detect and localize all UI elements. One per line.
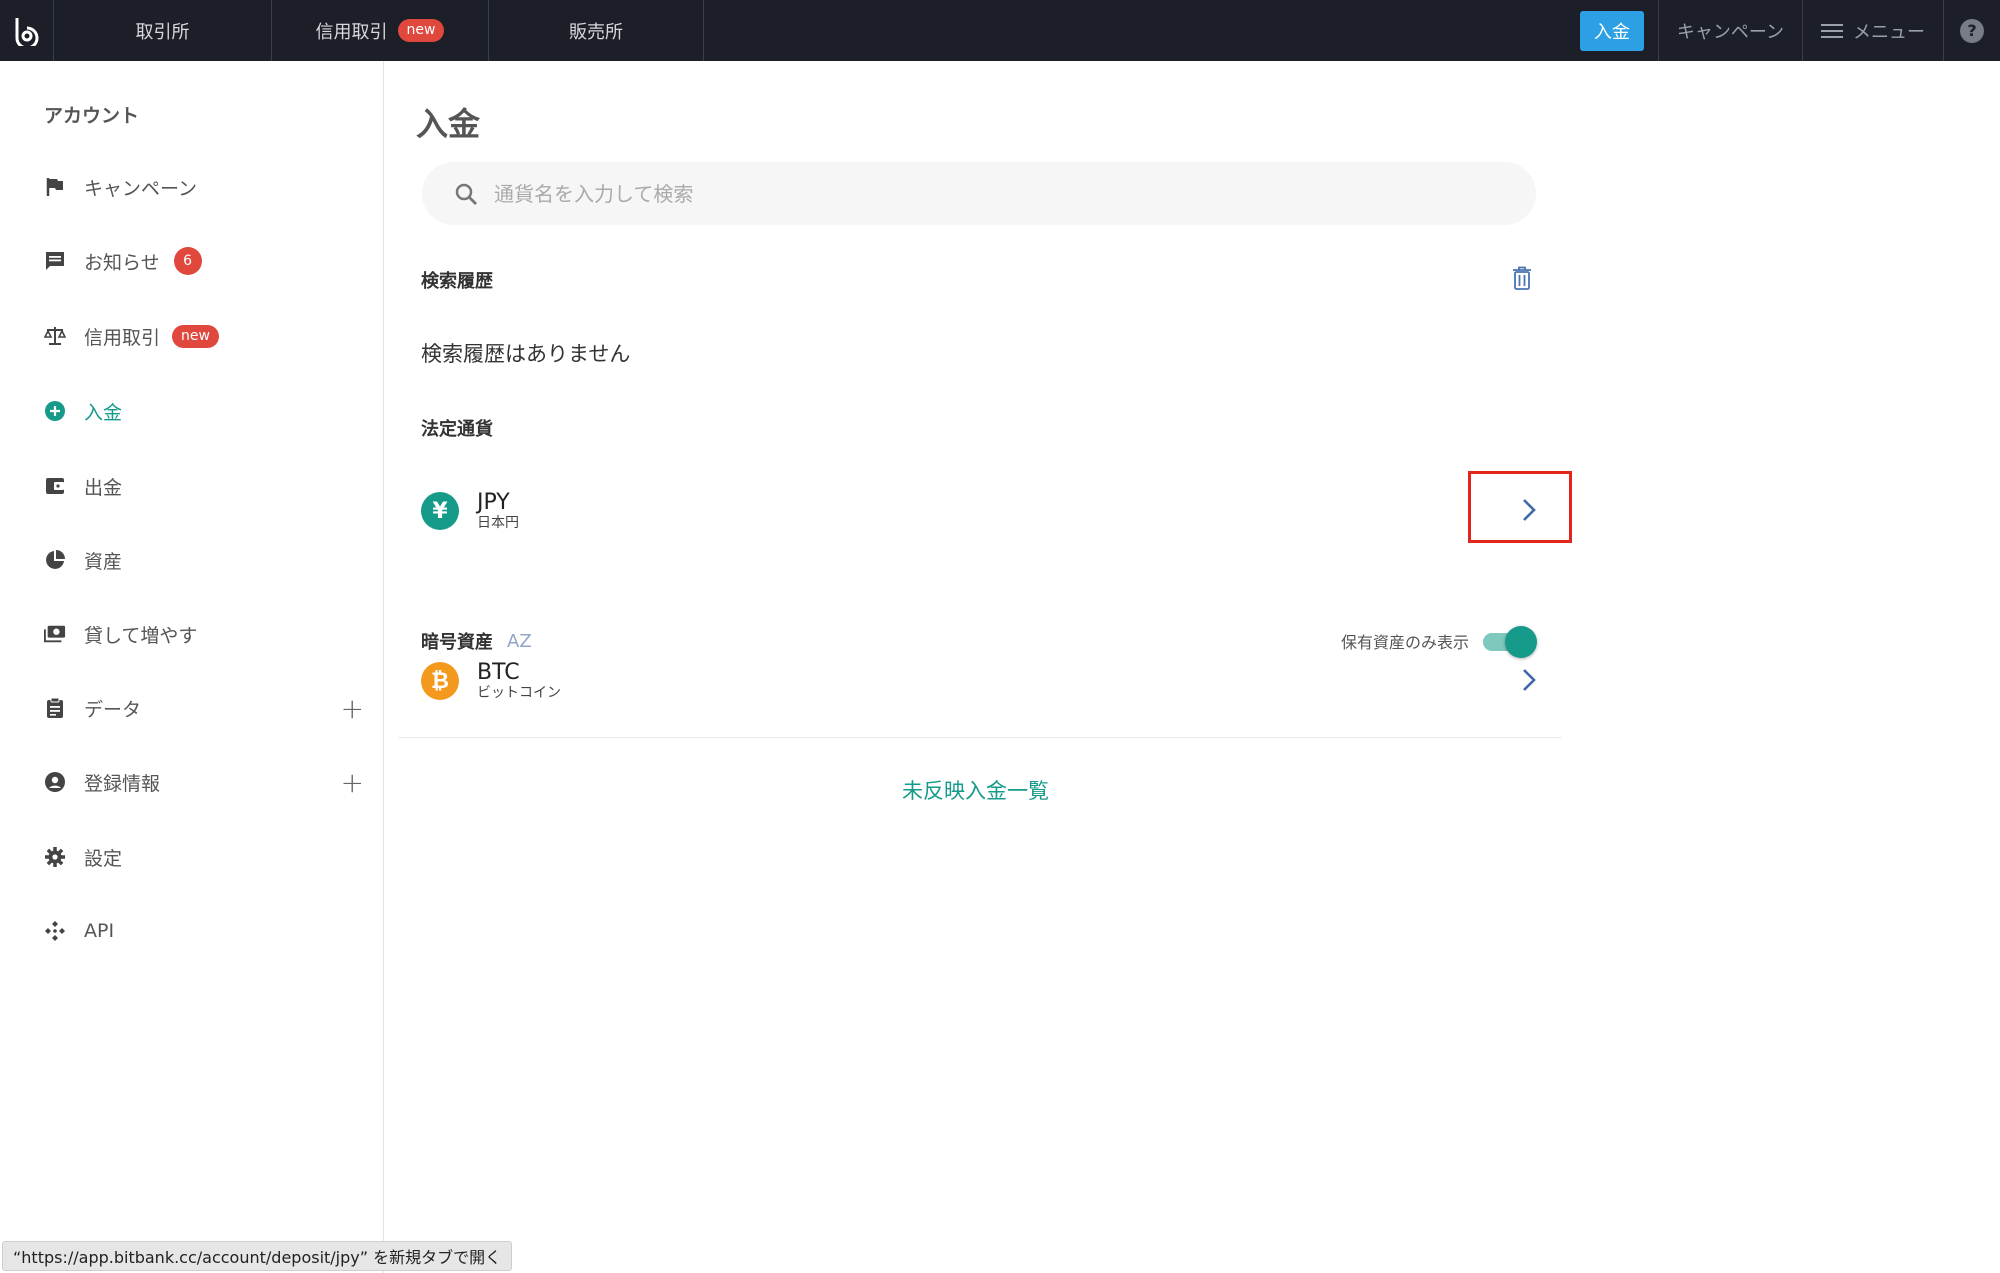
sidebar-item-settings[interactable]: 設定: [44, 837, 364, 877]
sidebar-item-registration[interactable]: 登録情報 +: [44, 762, 364, 802]
nav-exchange[interactable]: 取引所: [54, 0, 272, 61]
clipboard-icon: [44, 697, 66, 719]
sort-az-icon[interactable]: AZ: [507, 631, 532, 652]
clear-history-button[interactable]: [1512, 266, 1532, 294]
yen-icon: ¥: [421, 492, 459, 530]
sidebar-item-data[interactable]: データ +: [44, 688, 364, 728]
chevron-right-icon[interactable]: [1521, 667, 1537, 693]
search-history-label: 検索履歴: [421, 271, 493, 292]
scale-icon: [44, 325, 66, 347]
top-navbar: 取引所 信用取引 new 販売所 入金 キャンペーン メニュー ?: [0, 0, 2000, 61]
flag-icon: [44, 176, 66, 198]
currency-name: 日本円: [477, 515, 519, 531]
sidebar-item-notices[interactable]: お知らせ 6: [44, 241, 364, 281]
trash-icon: [1513, 266, 1531, 290]
logo-icon: [15, 17, 38, 46]
sidebar-item-lending[interactable]: 貸して増やす: [44, 614, 364, 654]
new-badge: new: [397, 19, 445, 42]
pending-deposits-link[interactable]: 未反映入金一覧: [902, 775, 1049, 805]
deposit-main: 入金 検索履歴 検索履歴はありません 法定通貨 ¥ JPY 日本円 暗号資産 A…: [384, 61, 2000, 1273]
hamburger-icon: [1821, 23, 1843, 38]
sidebar-item-assets[interactable]: 資産: [44, 540, 364, 580]
new-badge: new: [172, 324, 219, 348]
account-sidebar: アカウント キャンペーン お知らせ 6 信用取引 new 入金 出金 資産 貸し…: [0, 61, 384, 1273]
expand-plus-icon[interactable]: +: [341, 692, 364, 725]
nav-margin-trading[interactable]: 信用取引 new: [272, 0, 489, 61]
help-button[interactable]: ?: [1944, 0, 2000, 61]
header-menu-button[interactable]: メニュー: [1803, 0, 1944, 61]
header-campaign-link[interactable]: キャンペーン: [1659, 0, 1803, 61]
sidebar-item-api[interactable]: API: [44, 911, 364, 951]
crypto-row-btc[interactable]: ₿ BTC ビットコイン: [421, 651, 1537, 711]
api-icon: [44, 920, 66, 942]
holdings-only-label: 保有資産のみ表示: [1340, 633, 1469, 652]
sidebar-item-deposit[interactable]: 入金: [44, 391, 364, 431]
link-preview-status: “https://app.bitbank.cc/account/deposit/…: [2, 1241, 513, 1271]
fiat-currency-label: 法定通貨: [421, 419, 493, 440]
pie-chart-icon: [44, 549, 66, 571]
currency-code: JPY: [477, 490, 510, 515]
currency-code: BTC: [477, 660, 520, 685]
header-deposit-button[interactable]: 入金: [1579, 10, 1644, 51]
currency-search[interactable]: [422, 162, 1536, 225]
search-history-empty: 検索履歴はありません: [421, 342, 631, 366]
bitcoin-icon: ₿: [421, 662, 459, 700]
sidebar-item-campaign[interactable]: キャンペーン: [44, 167, 364, 207]
bitbank-logo[interactable]: [0, 0, 54, 61]
page-title: 入金: [416, 105, 481, 143]
search-input[interactable]: [494, 181, 1394, 206]
plus-circle-icon: [44, 400, 66, 422]
money-icon: [44, 623, 66, 645]
sidebar-item-margin-trading[interactable]: 信用取引 new: [44, 316, 364, 356]
message-icon: [44, 250, 66, 272]
divider: [398, 737, 1562, 738]
expand-plus-icon[interactable]: +: [341, 766, 364, 799]
wallet-icon: [44, 475, 66, 497]
currency-name: ビットコイン: [477, 685, 561, 701]
gear-icon: [44, 846, 66, 868]
fiat-row-jpy[interactable]: ¥ JPY 日本円: [421, 481, 1537, 541]
nav-sales-office[interactable]: 販売所: [489, 0, 704, 61]
sidebar-title: アカウント: [44, 105, 140, 127]
highlight-box: [1468, 471, 1572, 543]
notification-count-badge: 6: [173, 247, 202, 275]
help-icon: ?: [1960, 18, 1984, 43]
account-circle-icon: [44, 771, 66, 793]
sidebar-item-withdraw[interactable]: 出金: [44, 466, 364, 506]
search-icon: [455, 183, 477, 205]
